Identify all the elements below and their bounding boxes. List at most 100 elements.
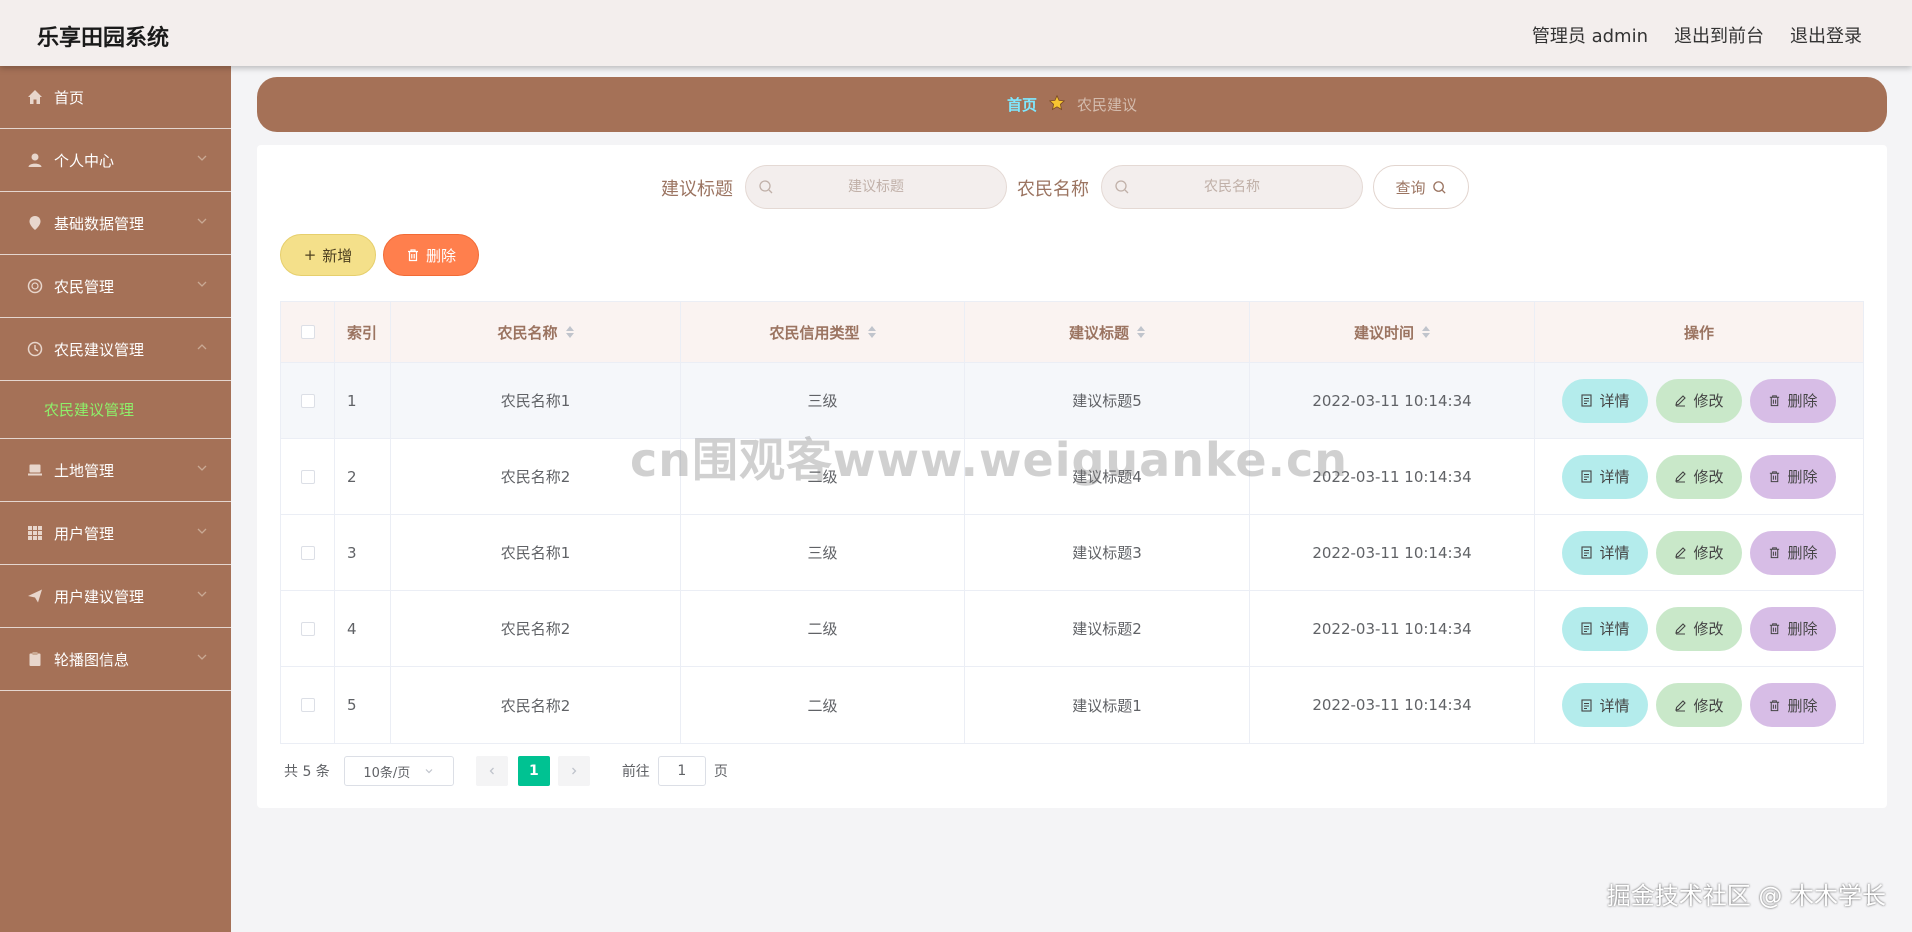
cell-index: 2 [335,439,391,514]
pencil-icon [1675,699,1687,712]
delete-button[interactable]: 删除 [1750,606,1836,651]
sidebar-item-land[interactable]: 土地管理 [0,439,231,502]
page-size-select[interactable]: 10条/页 [343,756,454,786]
row-checkbox[interactable] [300,469,315,484]
edit-button[interactable]: 修改 [1656,683,1742,727]
search-icon [759,180,773,194]
cell-suggestion-title: 建议标题4 [965,439,1250,514]
trash-icon [407,249,418,262]
delete-label: 删除 [1787,392,1818,410]
next-page-button[interactable] [557,756,590,786]
sidebar-item-profile[interactable]: 个人中心 [0,129,231,192]
delete-label: 删除 [1787,696,1818,715]
detail-label: 详情 [1599,544,1630,562]
header-label: 建议时间 [1353,323,1414,342]
edit-button[interactable]: 修改 [1656,378,1742,423]
suggestions-table: 索引 农民名称 农民信用类型 建议标题 建议时间 操作 1 农民名称1 三级 建… [280,301,1864,744]
sort-icon[interactable] [565,326,574,338]
sidebar-item-farmer-suggestions[interactable]: 农民建议管理 [0,318,231,381]
grid-icon [26,524,44,542]
admin-user-link[interactable]: 管理员 admin [1532,22,1648,48]
prev-page-button[interactable] [475,756,508,786]
batch-delete-button[interactable]: 删除 [383,234,479,276]
row-checkbox[interactable] [300,621,315,636]
sidebar-item-label: 个人中心 [54,151,115,170]
table-row: 2 农民名称2 二级 建议标题4 2022-03-11 10:14:34 详情 … [281,439,1863,515]
header-suggestion-title[interactable]: 建议标题 [965,302,1250,362]
corner-watermark: 掘金技术社区 @ 木木学长 [1606,882,1886,910]
delete-label: 删除 [1787,544,1818,562]
edit-button[interactable]: 修改 [1656,606,1742,651]
goto-page-input[interactable] [657,756,706,786]
detail-button[interactable]: 详情 [1562,454,1648,499]
sidebar-item-label: 基础数据管理 [54,214,145,233]
detail-button[interactable]: 详情 [1562,378,1648,423]
edit-label: 修改 [1693,696,1724,715]
row-checkbox[interactable] [300,393,315,408]
document-icon [1581,546,1593,559]
sidebar-item-carousel[interactable]: 轮播图信息 [0,628,231,691]
cell-suggestion-time: 2022-03-11 10:14:34 [1250,591,1535,666]
page-suffix: 页 [713,764,728,780]
chevron-up-icon [197,344,207,350]
cell-suggestion-title: 建议标题2 [965,591,1250,666]
detail-label: 详情 [1599,392,1630,410]
edit-button[interactable]: 修改 [1656,454,1742,499]
delete-button[interactable]: 删除 [1750,378,1836,423]
add-button[interactable]: + 新增 [280,234,376,276]
query-button[interactable]: 查询 [1373,165,1469,209]
edit-button[interactable]: 修改 [1656,530,1742,575]
sidebar-item-label: 农民管理 [54,277,115,296]
trash-icon [1770,471,1780,483]
detail-label: 详情 [1599,620,1630,638]
sidebar-item-home[interactable]: 首页 [0,66,231,129]
document-icon [1581,698,1593,712]
detail-button[interactable]: 详情 [1562,530,1648,575]
add-button-label: 新增 [322,246,353,265]
cell-actions: 详情 修改 删除 [1535,515,1863,590]
cell-suggestion-time: 2022-03-11 10:14:34 [1250,439,1535,514]
header-credit-type[interactable]: 农民信用类型 [681,302,965,362]
delete-button[interactable]: 删除 [1750,683,1836,727]
cell-farmer-name: 农民名称2 [391,439,681,514]
header-farmer-name[interactable]: 农民名称 [391,302,681,362]
row-checkbox[interactable] [300,698,315,712]
sort-icon[interactable] [1137,326,1145,338]
sidebar-item-basic-data[interactable]: 基础数据管理 [0,192,231,255]
farmer-search-input[interactable] [1102,166,1362,208]
star-icon [1048,94,1066,115]
delete-button[interactable]: 删除 [1750,454,1836,499]
delete-button[interactable]: 删除 [1750,530,1836,575]
table-header-row: 索引 农民名称 农民信用类型 建议标题 建议时间 操作 [281,302,1863,363]
row-checkbox-cell [281,515,335,590]
cell-index: 3 [335,515,391,590]
sidebar-item-user-suggestions[interactable]: 用户建议管理 [0,565,231,628]
page-number-current[interactable]: 1 [517,756,550,786]
breadcrumb-home-link[interactable]: 首页 [1007,94,1037,115]
chevron-left-icon [489,767,494,775]
delete-label: 删除 [1787,620,1818,638]
edit-label: 修改 [1693,544,1724,562]
document-icon [1581,470,1593,483]
sort-icon[interactable] [1422,326,1430,338]
logout-link[interactable]: 退出登录 [1790,22,1862,48]
trash-icon [1770,699,1780,711]
title-search-input[interactable] [746,166,1006,208]
submenu-farmer-suggestions[interactable]: 农民建议管理 [0,381,231,439]
sidebar-item-users[interactable]: 用户管理 [0,502,231,565]
exit-to-frontend-link[interactable]: 退出到前台 [1674,22,1764,48]
sidebar-item-farmers[interactable]: 农民管理 [0,255,231,318]
select-all-checkbox[interactable] [300,325,315,339]
sort-icon[interactable] [867,326,876,338]
chevron-down-icon [425,769,433,774]
row-checkbox[interactable] [300,545,315,560]
search-form: 建议标题 农民名称 查询 [257,165,1887,209]
farmer-search-label: 农民名称 [1017,179,1089,200]
cell-index: 5 [335,667,391,743]
header-label: 农民信用类型 [769,323,860,342]
pencil-icon [1675,547,1687,559]
pencil-icon [1675,471,1687,483]
detail-button[interactable]: 详情 [1562,683,1648,727]
header-suggestion-time[interactable]: 建议时间 [1250,302,1535,362]
detail-button[interactable]: 详情 [1562,606,1648,651]
